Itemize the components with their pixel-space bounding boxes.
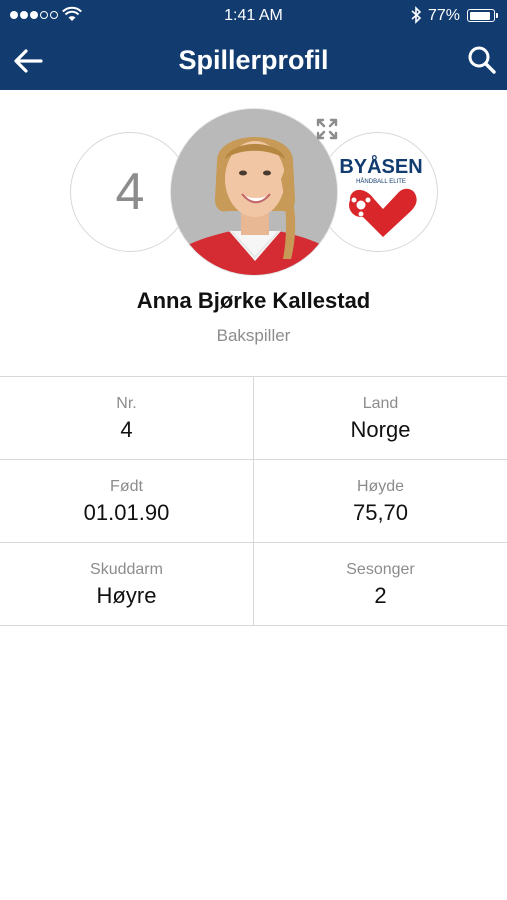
player-profile-header: 4 BYÅSEN HÅNDBALL ELITE Anna Bjørke Kall… (0, 90, 507, 376)
stat-label: Land (362, 395, 399, 412)
player-position: Bakspiller (216, 326, 291, 345)
stat-value: Høyre (96, 583, 157, 608)
stats-row: Nr. 4 Land Norge (0, 377, 507, 460)
stat-label: Nr. (116, 395, 137, 412)
stat-label: Født (110, 478, 143, 495)
stat-label: Sesonger (346, 561, 415, 578)
stat-seasons: Sesonger 2 (253, 543, 507, 625)
player-number: 4 (115, 163, 145, 221)
page-title: Spillerprofil (178, 45, 329, 75)
player-name: Anna Bjørke Kallestad (136, 288, 371, 313)
stat-shooting-arm: Skuddarm Høyre (0, 543, 253, 625)
bluetooth-icon (411, 6, 422, 24)
stat-value: 2 (374, 583, 387, 608)
battery-fill (469, 11, 490, 20)
player-photo (170, 108, 338, 276)
stat-label: Høyde (356, 478, 405, 495)
stats-row: Skuddarm Høyre Sesonger 2 (0, 543, 507, 626)
search-icon (468, 46, 496, 74)
battery-icon (467, 9, 498, 22)
stat-label: Skuddarm (90, 561, 163, 578)
battery-percent: 77% (428, 7, 461, 24)
club-logo-text: BYÅSEN (339, 154, 422, 178)
stats-row: Født 01.01.90 Høyde 75,70 (0, 460, 507, 543)
stat-value: 75,70 (352, 500, 409, 525)
stat-born: Født 01.01.90 (0, 460, 253, 542)
player-stats-table: Nr. 4 Land Norge Født 01.01.90 Høyde 75,… (0, 376, 507, 626)
stat-number: Nr. 4 (0, 377, 253, 459)
club-logo-subtext: HÅNDBALL ELITE (356, 178, 406, 185)
stat-value: 4 (120, 417, 133, 442)
stat-country: Land Norge (253, 377, 507, 459)
stat-value: 01.01.90 (83, 500, 170, 525)
stat-value: Norge (350, 417, 411, 442)
status-bar: 1:41 AM 77% (0, 0, 507, 32)
stat-height: Høyde 75,70 (253, 460, 507, 542)
player-portrait-image (171, 109, 337, 275)
nav-bar: Spillerprofil (0, 32, 507, 90)
expand-photo-icon[interactable] (315, 117, 339, 141)
search-button[interactable] (462, 40, 502, 80)
